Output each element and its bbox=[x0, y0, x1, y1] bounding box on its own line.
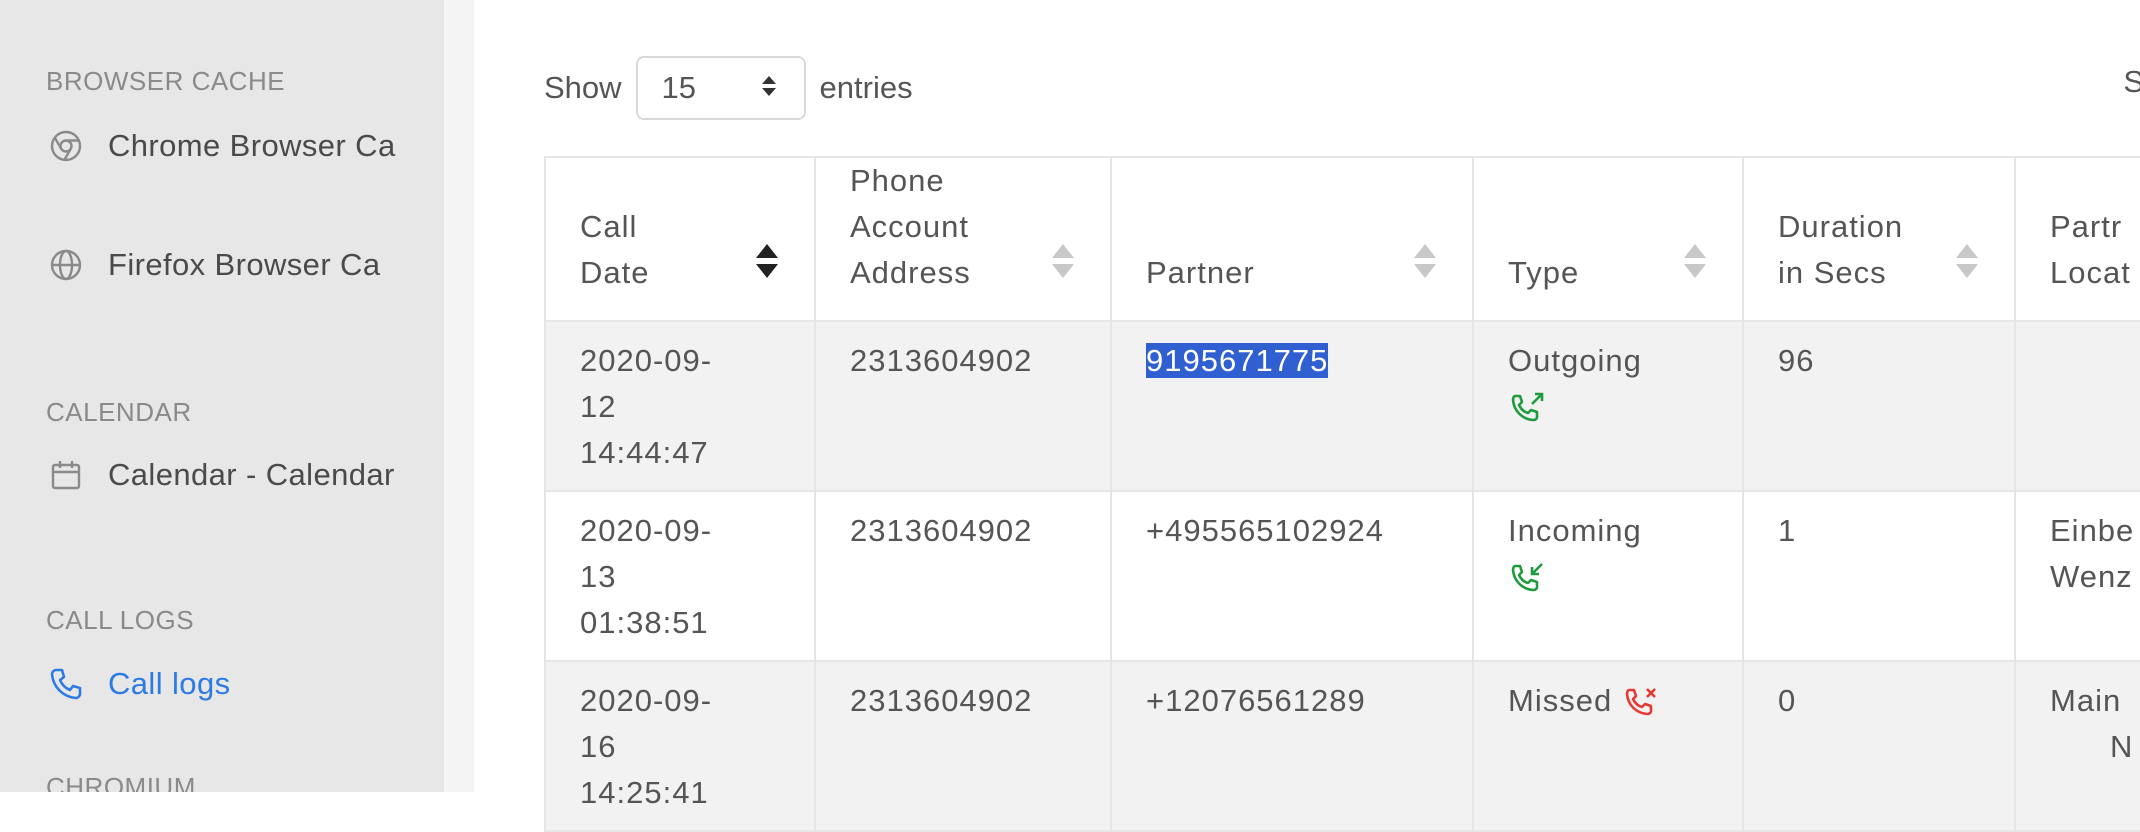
cell-partner: +12076561289 bbox=[1110, 660, 1474, 832]
column-header-phone-account-address[interactable]: Phone Account Address bbox=[814, 156, 1112, 322]
cell-duration: 1 bbox=[1742, 490, 2016, 662]
date-part: 13 bbox=[580, 559, 617, 594]
column-header-duration[interactable]: Duration in Secs bbox=[1742, 156, 2016, 322]
sidebar-item-label: Firefox Browser Ca bbox=[108, 247, 381, 282]
sidebar-divider bbox=[444, 0, 474, 792]
type-label: Missed bbox=[1508, 683, 1613, 718]
table-row[interactable]: 2020-09- 12 14:44:47 2313604902 91956717… bbox=[544, 320, 2140, 492]
sort-icon bbox=[1684, 244, 1706, 278]
date-part: 12 bbox=[580, 389, 617, 424]
sidebar-item-chrome-browser-cache[interactable]: Chrome Browser Ca bbox=[46, 126, 396, 166]
time-part: 14:25:41 bbox=[580, 775, 709, 810]
page-size-select[interactable]: 15 bbox=[635, 56, 806, 120]
header-label: in Secs bbox=[1778, 255, 1887, 290]
cell-duration: 0 bbox=[1742, 660, 2016, 832]
cell-call-date: 2020-09- 13 01:38:51 bbox=[544, 490, 816, 662]
header-label: Type bbox=[1508, 255, 1580, 290]
date-part: 2020-09- bbox=[580, 683, 713, 718]
phone-icon bbox=[46, 664, 86, 704]
section-title-chromium: CHROMIUM bbox=[46, 772, 196, 792]
cell-type: Incoming bbox=[1472, 490, 1744, 662]
cell-type: Missed bbox=[1472, 660, 1744, 832]
table-row[interactable]: 2020-09- 13 01:38:51 2313604902 +4955651… bbox=[544, 490, 2140, 662]
header-label: Date bbox=[580, 255, 650, 290]
sort-active-icon bbox=[756, 244, 778, 278]
header-label: Partr bbox=[2050, 209, 2123, 244]
table-header-row: Call Date Phone Account Address Partner … bbox=[544, 156, 2140, 322]
cell-type: Outgoing bbox=[1472, 320, 1744, 492]
header-label: Phone bbox=[850, 163, 945, 198]
sort-icon bbox=[1414, 244, 1436, 278]
sidebar-item-label: Chrome Browser Ca bbox=[108, 128, 396, 163]
column-header-partner[interactable]: Partner bbox=[1110, 156, 1474, 322]
sidebar: BROWSER CACHE Chrome Browser Ca Firefox … bbox=[0, 0, 444, 792]
search-label: S bbox=[2123, 64, 2140, 99]
time-part: 14:44:47 bbox=[580, 435, 709, 470]
outgoing-call-icon bbox=[1511, 392, 1544, 422]
date-part: 2020-09- bbox=[580, 513, 713, 548]
header-label: Address bbox=[850, 255, 971, 290]
table-row[interactable]: 2020-09- 16 14:25:41 2313604902 +1207656… bbox=[544, 660, 2140, 832]
cell-partner: +495565102924 bbox=[1110, 490, 1474, 662]
section-title-calendar: CALENDAR bbox=[46, 397, 192, 427]
cell-location bbox=[2014, 320, 2140, 492]
sidebar-item-call-logs[interactable]: Call logs bbox=[46, 664, 230, 704]
location-part: Einbe bbox=[2050, 513, 2135, 548]
sort-icon bbox=[1052, 244, 1074, 278]
location-part: N bbox=[2110, 729, 2134, 764]
cell-location: Einbe Wenz bbox=[2014, 490, 2140, 662]
section-title-browser-cache: BROWSER CACHE bbox=[46, 66, 286, 96]
cell-call-date: 2020-09- 12 14:44:47 bbox=[544, 320, 816, 492]
header-label: Partner bbox=[1146, 255, 1255, 290]
header-label: Duration bbox=[1778, 209, 1904, 244]
selected-text: 9195671775 bbox=[1146, 343, 1329, 378]
column-header-call-date[interactable]: Call Date bbox=[544, 156, 816, 322]
call-logs-table: Call Date Phone Account Address Partner … bbox=[544, 156, 2140, 832]
header-label: Account bbox=[850, 209, 970, 244]
header-label: Locat bbox=[2050, 255, 2131, 290]
column-header-partner-location[interactable]: Partr Locat bbox=[2014, 156, 2140, 322]
chrome-icon bbox=[46, 126, 86, 166]
type-label: Incoming bbox=[1508, 513, 1642, 548]
globe-icon bbox=[46, 245, 86, 285]
location-part: Main bbox=[2050, 683, 2122, 718]
cell-partner: 9195671775 bbox=[1110, 320, 1474, 492]
cell-account: 2313604902 bbox=[814, 490, 1112, 662]
incoming-call-icon bbox=[1511, 562, 1543, 592]
sidebar-item-firefox-browser-cache[interactable]: Firefox Browser Ca bbox=[46, 245, 381, 285]
page-size-value: 15 bbox=[661, 70, 697, 105]
date-part: 2020-09- bbox=[580, 343, 713, 378]
sidebar-item-label: Calendar - Calendar bbox=[108, 457, 395, 492]
missed-call-icon bbox=[1625, 687, 1656, 716]
cell-duration: 96 bbox=[1742, 320, 2016, 492]
sidebar-item-label: Call logs bbox=[108, 666, 231, 701]
date-part: 16 bbox=[580, 729, 617, 764]
location-part: Wenz bbox=[2050, 559, 2133, 594]
section-title-call-logs: CALL LOGS bbox=[46, 605, 195, 635]
entries-label: entries bbox=[819, 70, 913, 105]
show-label: Show bbox=[544, 70, 622, 105]
cell-account: 2313604902 bbox=[814, 320, 1112, 492]
column-header-type[interactable]: Type bbox=[1472, 156, 1744, 322]
sort-icon bbox=[1956, 244, 1978, 278]
cell-account: 2313604902 bbox=[814, 660, 1112, 832]
main-content: Show 15 entries S Call Date Phone Accoun… bbox=[474, 0, 2140, 832]
time-part: 01:38:51 bbox=[580, 605, 709, 640]
select-arrows-icon bbox=[760, 70, 778, 106]
cell-call-date: 2020-09- 16 14:25:41 bbox=[544, 660, 816, 832]
calendar-icon bbox=[46, 455, 86, 495]
header-label: Call bbox=[580, 209, 638, 244]
sidebar-item-calendar[interactable]: Calendar - Calendar bbox=[46, 455, 395, 495]
type-label: Outgoing bbox=[1508, 343, 1642, 378]
cell-location: Main N bbox=[2014, 660, 2140, 832]
page-size-control: Show 15 entries bbox=[544, 54, 913, 122]
